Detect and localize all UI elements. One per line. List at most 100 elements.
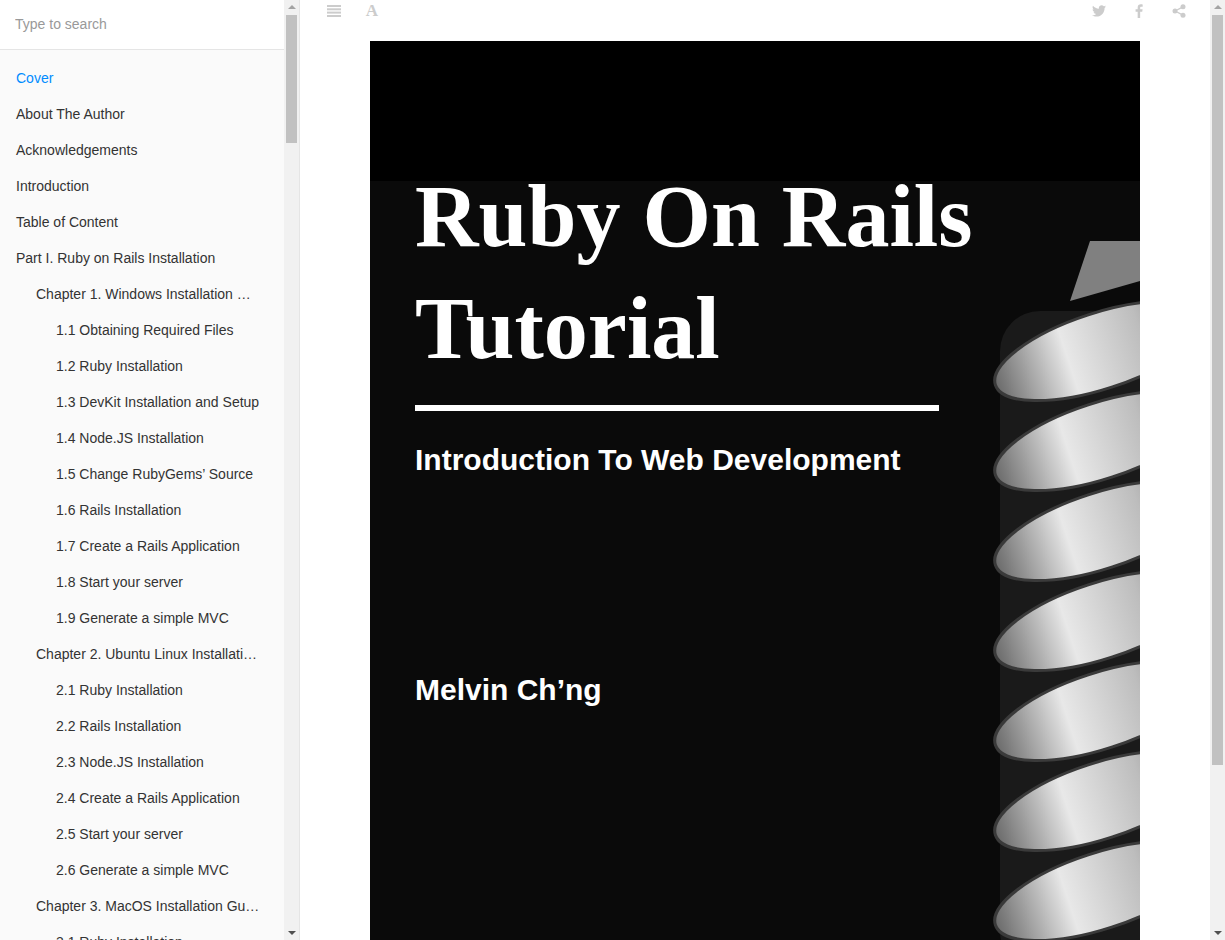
sidebar-item-label[interactable]: 1.9 Generate a simple MVC	[56, 610, 229, 626]
sidebar-item-label[interactable]: Cover	[16, 70, 53, 86]
sidebar-item-indent: 2.3 Node.JS Installation	[0, 744, 284, 780]
font-settings-button[interactable]: A	[361, 0, 383, 22]
content: A	[300, 0, 1210, 940]
sidebar-item[interactable]: 2.2 Rails Installation	[0, 708, 284, 744]
scroll-thumb[interactable]	[286, 15, 297, 143]
sidebar-item-indent: 1.1 Obtaining Required Files	[0, 312, 284, 348]
share-icon[interactable]	[1168, 0, 1190, 22]
scroll-down-icon[interactable]	[1214, 931, 1222, 935]
cover-rule	[415, 405, 939, 411]
sidebar-item[interactable]: Chapter 3. MacOS Installation Gu…	[0, 888, 284, 924]
sidebar-item-indent: 1.9 Generate a simple MVC	[0, 600, 284, 636]
book-cover: Ruby On RailsTutorial Introduction To Web…	[370, 41, 1140, 940]
sidebar-item-indent: 2.2 Rails Installation	[0, 708, 284, 744]
sidebar-item-label[interactable]: 1.4 Node.JS Installation	[56, 430, 204, 446]
sidebar-item[interactable]: Part I. Ruby on Rails Installation	[0, 240, 284, 276]
sidebar-item-indent: 1.3 DevKit Installation and Setup	[0, 384, 284, 420]
sidebar-item-indent: Chapter 2. Ubuntu Linux Installati…	[0, 636, 284, 672]
sidebar-item[interactable]: 1.6 Rails Installation	[0, 492, 284, 528]
facebook-icon[interactable]	[1128, 0, 1150, 22]
sidebar-item-indent: 1.8 Start your server	[0, 564, 284, 600]
sidebar-item-label[interactable]: 1.1 Obtaining Required Files	[56, 322, 233, 338]
sidebar-item[interactable]: 1.7 Create a Rails Application	[0, 528, 284, 564]
sidebar-item-indent: Cover	[0, 60, 284, 96]
sidebar-item-label[interactable]: Part I. Ruby on Rails Installation	[16, 250, 215, 266]
sidebar-item-label[interactable]: Table of Content	[16, 214, 118, 230]
sidebar-item[interactable]: 1.2 Ruby Installation	[0, 348, 284, 384]
sidebar-item-indent: 1.6 Rails Installation	[0, 492, 284, 528]
sidebar-item[interactable]: 1.3 DevKit Installation and Setup	[0, 384, 284, 420]
search-box	[0, 0, 284, 50]
menu-icon[interactable]	[323, 0, 345, 22]
sidebar-item-label[interactable]: 1.6 Rails Installation	[56, 502, 181, 518]
sidebar-item-label[interactable]: Acknowledgements	[16, 142, 137, 158]
sidebar-item-indent: Introduction	[0, 168, 284, 204]
sidebar-item[interactable]: 1.4 Node.JS Installation	[0, 420, 284, 456]
scroll-up-icon[interactable]	[1214, 5, 1222, 9]
sidebar-item[interactable]: Chapter 1. Windows Installation …	[0, 276, 284, 312]
sidebar: Cover About The Author Acknowledgements Int…	[0, 0, 300, 940]
sidebar-item[interactable]: 2.3 Node.JS Installation	[0, 744, 284, 780]
sidebar-item-indent: 2.5 Start your server	[0, 816, 284, 852]
sidebar-item[interactable]: About The Author	[0, 96, 284, 132]
page-scrollbar[interactable]	[1210, 0, 1225, 940]
sidebar-item[interactable]: 2.5 Start your server	[0, 816, 284, 852]
cover-title: Ruby On Rails	[415, 161, 1140, 273]
sidebar-item-label[interactable]: 2.6 Generate a simple MVC	[56, 862, 229, 878]
cover-subtitle: Introduction To Web Development	[415, 440, 1140, 480]
sidebar-item-label[interactable]: 1.2 Ruby Installation	[56, 358, 183, 374]
sidebar-item-label[interactable]: Chapter 2. Ubuntu Linux Installati…	[36, 646, 257, 662]
sidebar-item-label[interactable]: 2.4 Create a Rails Application	[56, 790, 240, 806]
scroll-up-icon[interactable]	[288, 5, 296, 9]
sidebar-item[interactable]: Introduction	[0, 168, 284, 204]
sidebar-item-label[interactable]: Chapter 1. Windows Installation …	[36, 286, 251, 302]
scroll-down-icon[interactable]	[288, 931, 296, 935]
sidebar-item-indent: 1.4 Node.JS Installation	[0, 420, 284, 456]
search-input[interactable]	[15, 14, 269, 35]
sidebar-item[interactable]: 1.1 Obtaining Required Files	[0, 312, 284, 348]
sidebar-item[interactable]: 2.6 Generate a simple MVC	[0, 852, 284, 888]
sidebar-item-indent: Acknowledgements	[0, 132, 284, 168]
sidebar-item[interactable]: 1.9 Generate a simple MVC	[0, 600, 284, 636]
sidebar-item-indent: 1.5 Change RubyGems’ Source	[0, 456, 284, 492]
sidebar-item[interactable]: Table of Content	[0, 204, 284, 240]
twitter-icon[interactable]	[1088, 0, 1110, 22]
sidebar-item-label[interactable]: Introduction	[16, 178, 89, 194]
sidebar-item-label[interactable]: 2.5 Start your server	[56, 826, 183, 842]
sidebar-item[interactable]: Acknowledgements	[0, 132, 284, 168]
sidebar-item-indent: 1.7 Create a Rails Application	[0, 528, 284, 564]
sidebar-item-label[interactable]: 3.1 Ruby Installation	[56, 934, 183, 940]
sidebar-item[interactable]: 3.1 Ruby Installation	[0, 924, 284, 940]
scroll-thumb[interactable]	[1212, 15, 1223, 765]
sidebar-item-label[interactable]: 1.3 DevKit Installation and Setup	[56, 394, 259, 410]
sidebar-item-label[interactable]: 2.1 Ruby Installation	[56, 682, 183, 698]
light-bulb-icon	[940, 241, 1140, 940]
sidebar-item[interactable]: 1.5 Change RubyGems’ Source	[0, 456, 284, 492]
sidebar-item-indent: Table of Content	[0, 204, 284, 240]
sidebar-item-label[interactable]: 1.5 Change RubyGems’ Source	[56, 466, 253, 482]
sidebar-item[interactable]: Chapter 2. Ubuntu Linux Installati…	[0, 636, 284, 672]
sidebar-item-label[interactable]: 2.2 Rails Installation	[56, 718, 181, 734]
sidebar-item-label[interactable]: 1.7 Create a Rails Application	[56, 538, 240, 554]
sidebar-item-indent: 2.1 Ruby Installation	[0, 672, 284, 708]
sidebar-item-indent: About The Author	[0, 96, 284, 132]
sidebar-item-indent: 2.4 Create a Rails Application	[0, 780, 284, 816]
sidebar-item[interactable]: 1.8 Start your server	[0, 564, 284, 600]
cover-title: Tutorial	[415, 273, 1140, 385]
sidebar-item-label[interactable]: About The Author	[16, 106, 125, 122]
sidebar-item-label[interactable]: 1.8 Start your server	[56, 574, 183, 590]
sidebar-scrollbar[interactable]	[284, 0, 299, 940]
toolbar: A	[300, 0, 1210, 22]
sidebar-item-indent: 2.6 Generate a simple MVC	[0, 852, 284, 888]
sidebar-item-indent: 3.1 Ruby Installation	[0, 924, 284, 940]
sidebar-item-indent: 1.2 Ruby Installation	[0, 348, 284, 384]
sidebar-item[interactable]: Cover	[0, 60, 284, 96]
sidebar-nav: Cover About The Author Acknowledgements Int…	[0, 50, 284, 940]
sidebar-item-indent: Chapter 1. Windows Installation …	[0, 276, 284, 312]
sidebar-item-indent: Part I. Ruby on Rails Installation	[0, 240, 284, 276]
sidebar-item[interactable]: 2.1 Ruby Installation	[0, 672, 284, 708]
sidebar-item[interactable]: 2.4 Create a Rails Application	[0, 780, 284, 816]
sidebar-item-label[interactable]: 2.3 Node.JS Installation	[56, 754, 204, 770]
sidebar-item-label[interactable]: Chapter 3. MacOS Installation Gu…	[36, 898, 259, 914]
cover-author: Melvin Ch’ng	[415, 670, 1140, 710]
